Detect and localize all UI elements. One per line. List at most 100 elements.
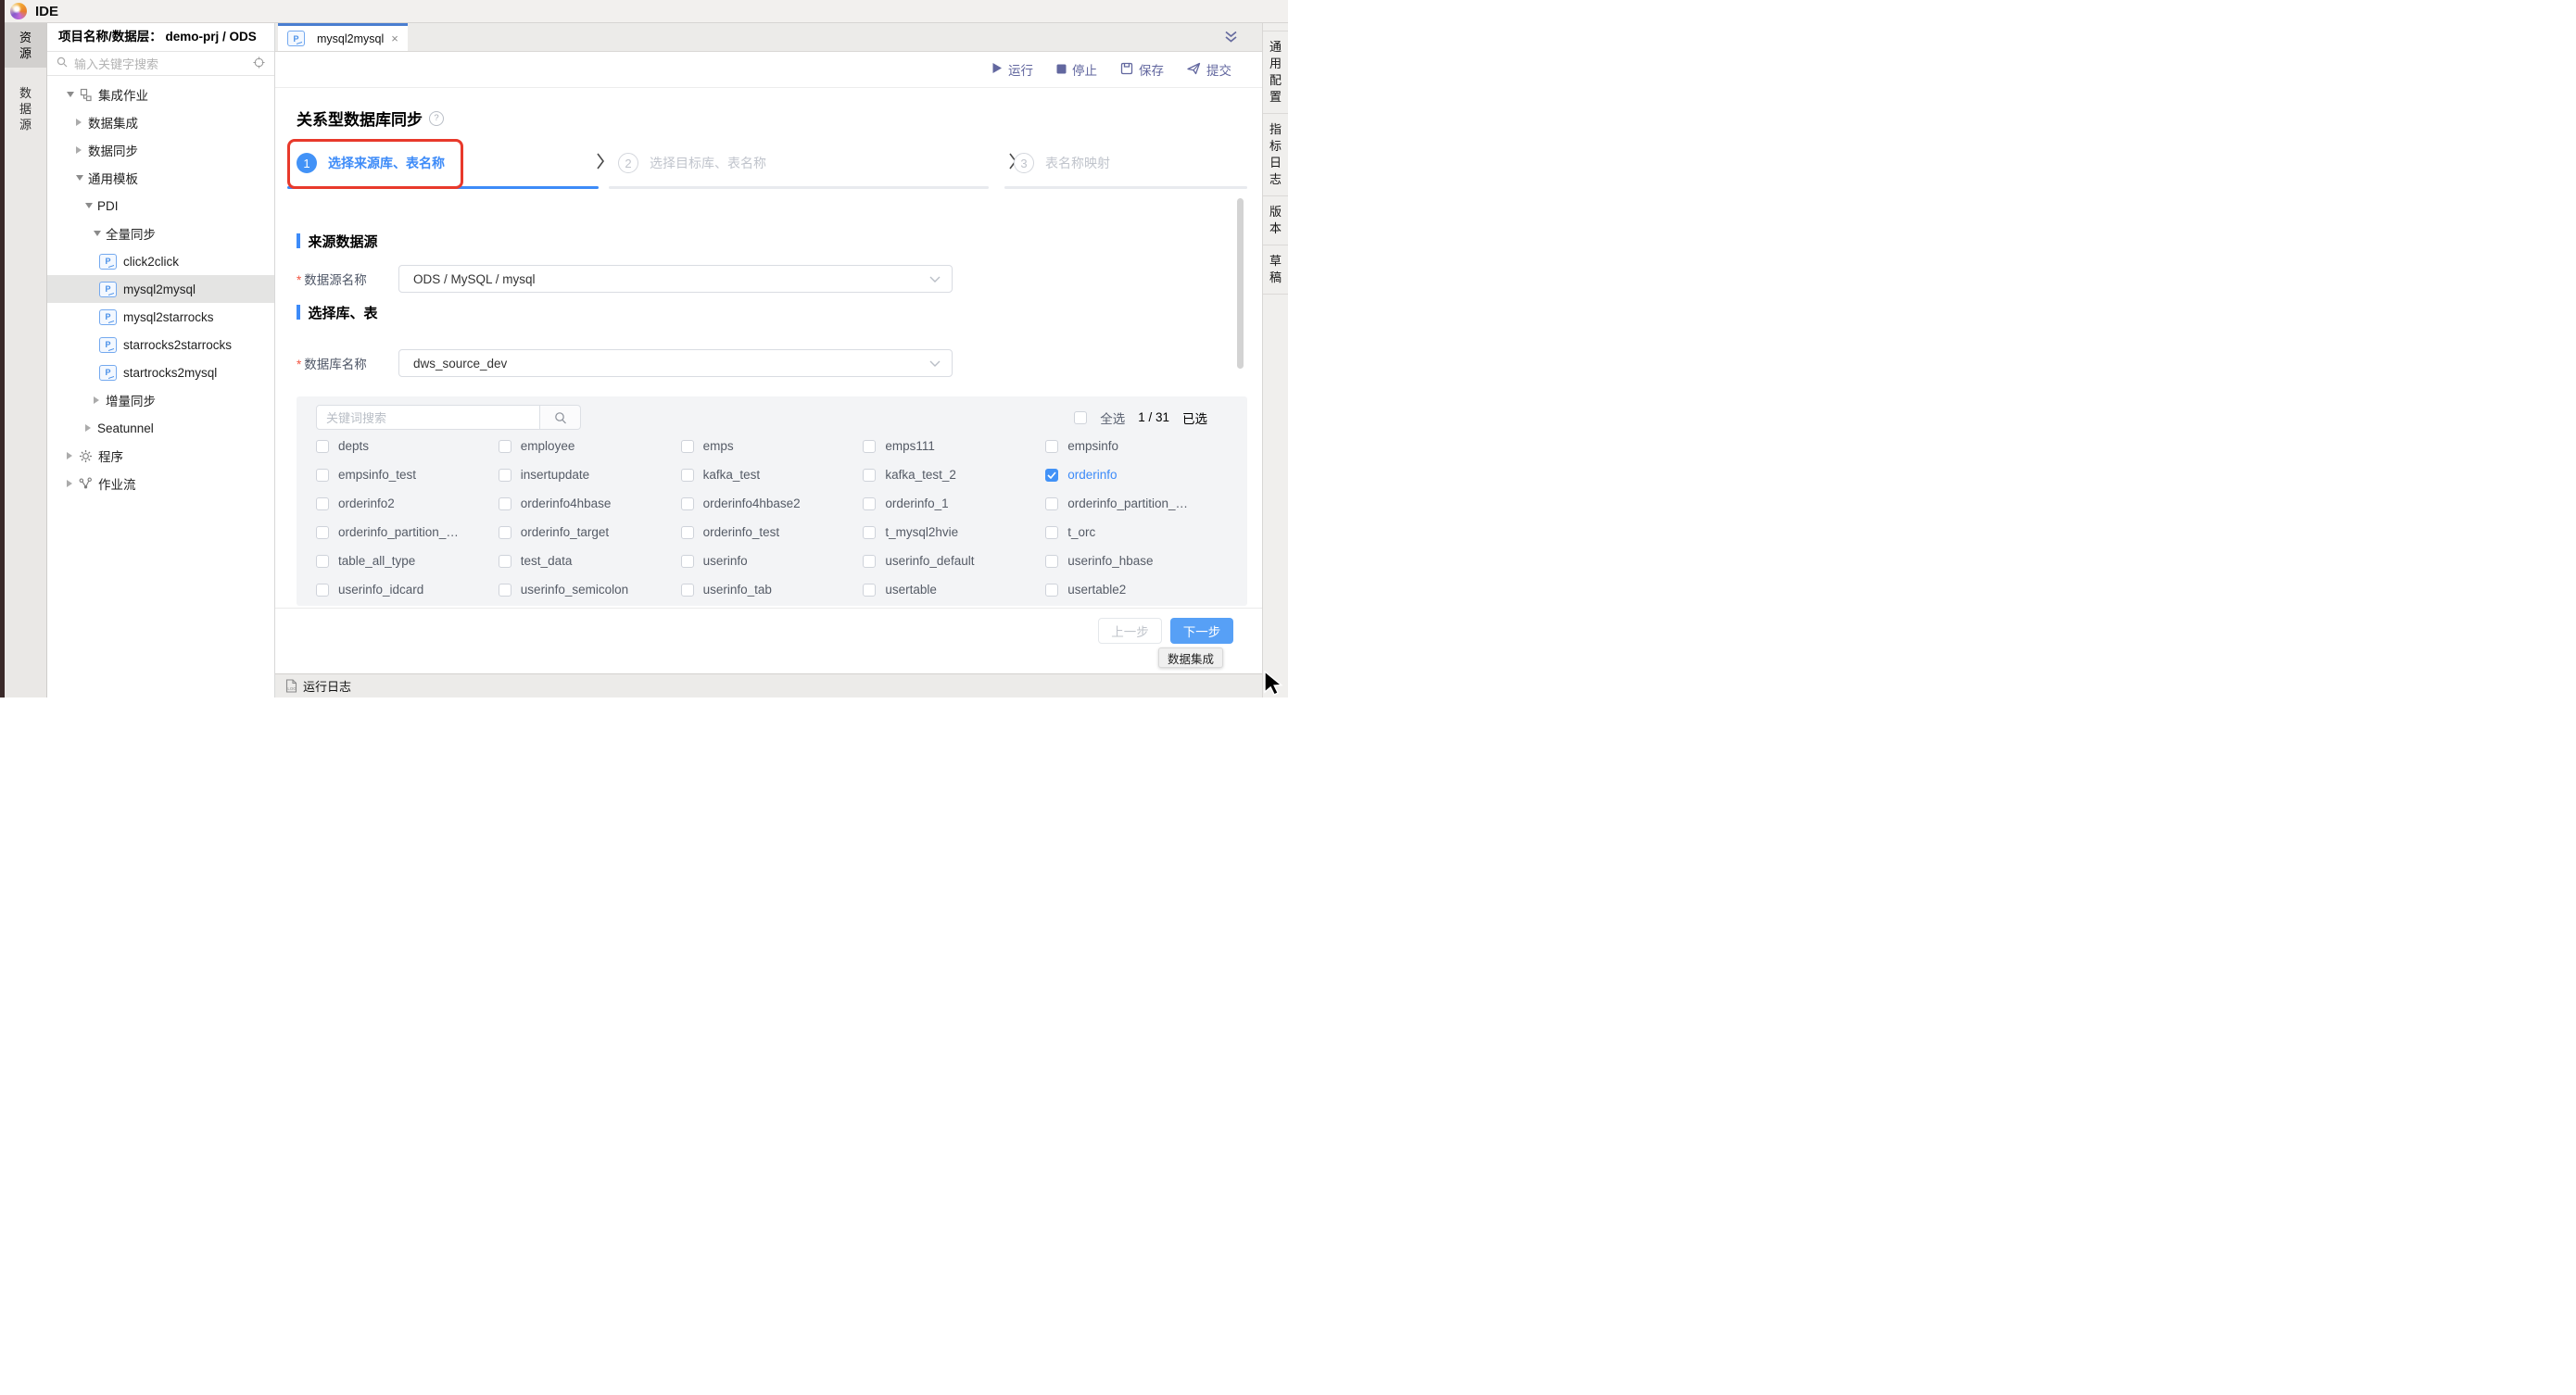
table-option-t_orc[interactable]: t_orc [1045,518,1228,547]
提交-button[interactable]: 提交 [1187,60,1231,79]
checkbox[interactable] [681,555,694,568]
tree-item-数据集成[interactable]: 数据集成 [47,108,274,136]
caret-down-icon[interactable] [67,92,79,97]
checkbox[interactable] [1045,584,1058,597]
tree-item-PDI[interactable]: PDI [47,192,274,220]
database-select[interactable]: dws_source_dev [398,349,953,377]
table-option-depts[interactable]: depts [316,432,499,460]
table-option-empsinfo[interactable]: empsinfo [1045,432,1228,460]
tree-item-集成作业[interactable]: 集成作业 [47,81,274,108]
checkbox[interactable] [499,584,511,597]
checkbox[interactable] [1045,469,1058,482]
table-search-input[interactable]: 关键词搜索 [316,405,540,430]
tab-mysql2mysql[interactable]: P mysql2mysql × [278,23,408,51]
checkbox[interactable] [499,497,511,510]
checkbox[interactable] [863,440,876,453]
datasource-select[interactable]: ODS / MySQL / mysql [398,265,953,293]
table-option-orderinfo4hbase[interactable]: orderinfo4hbase [499,489,681,518]
close-icon[interactable]: × [391,31,398,45]
wizard-step-2[interactable]: 2选择目标库、表名称 [609,141,989,189]
table-option-t_mysql2hvie[interactable]: t_mysql2hvie [863,518,1045,547]
vertical-scrollbar[interactable] [1237,198,1244,369]
table-option-orderinfo_partition_…[interactable]: orderinfo_partition_… [1045,489,1228,518]
table-option-orderinfo[interactable]: orderinfo [1045,460,1228,489]
checkbox[interactable] [316,440,329,453]
checkbox[interactable] [863,555,876,568]
caret-down-icon[interactable] [85,203,97,208]
wizard-step-3[interactable]: 3表名称映射 [1004,141,1247,189]
checkbox[interactable] [316,584,329,597]
table-option-test_data[interactable]: test_data [499,547,681,575]
tree-item-Seatunnel[interactable]: Seatunnel [47,414,274,442]
locate-icon[interactable] [253,57,265,71]
left-rail-tab-资源[interactable]: 资源 [5,23,46,68]
checkbox[interactable] [499,526,511,539]
table-option-kafka_test[interactable]: kafka_test [681,460,864,489]
table-option-emps[interactable]: emps [681,432,864,460]
collapse-double-chevron-icon[interactable] [1224,31,1238,48]
table-option-kafka_test_2[interactable]: kafka_test_2 [863,460,1045,489]
tree-item-click2click[interactable]: Pclick2click [47,247,274,275]
table-option-orderinfo2[interactable]: orderinfo2 [316,489,499,518]
left-rail-tab-数据源[interactable]: 数据源 [5,79,46,139]
table-option-usertable[interactable]: usertable [863,575,1045,604]
next-step-button[interactable]: 下一步 [1170,618,1233,644]
tree-item-程序[interactable]: 程序 [47,442,274,470]
select-all-checkbox[interactable] [1074,411,1087,424]
table-option-userinfo_default[interactable]: userinfo_default [863,547,1045,575]
保存-button[interactable]: 保存 [1120,60,1164,79]
caret-right-icon[interactable] [76,119,88,126]
caret-right-icon[interactable] [94,396,106,404]
checkbox[interactable] [681,497,694,510]
right-rail-tab-版本[interactable]: 版本 [1263,195,1288,245]
table-option-userinfo_hbase[interactable]: userinfo_hbase [1045,547,1228,575]
caret-right-icon[interactable] [67,480,79,487]
help-icon[interactable]: ? [429,111,444,126]
caret-right-icon[interactable] [67,452,79,459]
tree-item-starrocks2starrocks[interactable]: Pstarrocks2starrocks [47,331,274,358]
checkbox[interactable] [499,469,511,482]
checkbox[interactable] [316,526,329,539]
checkbox[interactable] [863,497,876,510]
table-option-usertable2[interactable]: usertable2 [1045,575,1228,604]
checkbox[interactable] [681,440,694,453]
checkbox[interactable] [863,584,876,597]
table-option-orderinfo_test[interactable]: orderinfo_test [681,518,864,547]
checkbox[interactable] [1045,440,1058,453]
checkbox[interactable] [681,584,694,597]
right-rail-tab-草稿[interactable]: 草稿 [1263,245,1288,295]
table-search-button[interactable] [540,405,581,430]
tree-item-全量同步[interactable]: 全量同步 [47,220,274,247]
checkbox[interactable] [1045,555,1058,568]
tree-item-增量同步[interactable]: 增量同步 [47,386,274,414]
checkbox[interactable] [316,497,329,510]
right-rail-tab-通用配置[interactable]: 通用配置 [1263,31,1288,113]
checkbox[interactable] [863,526,876,539]
right-rail-tab-指标日志[interactable]: 指标日志 [1263,113,1288,195]
table-option-userinfo[interactable]: userinfo [681,547,864,575]
caret-down-icon[interactable] [76,175,88,181]
checkbox[interactable] [316,469,329,482]
run-log-bar[interactable]: LOG 运行日志 [275,673,1262,698]
prev-step-button[interactable]: 上一步 [1098,618,1162,644]
checkbox[interactable] [863,469,876,482]
checkbox[interactable] [316,555,329,568]
table-option-table_all_type[interactable]: table_all_type [316,547,499,575]
tree-item-mysql2mysql[interactable]: Pmysql2mysql [47,275,274,303]
checkbox[interactable] [499,440,511,453]
table-option-empsinfo_test[interactable]: empsinfo_test [316,460,499,489]
停止-button[interactable]: 停止 [1056,60,1097,79]
checkbox[interactable] [681,526,694,539]
checkbox[interactable] [681,469,694,482]
checkbox[interactable] [1045,497,1058,510]
caret-right-icon[interactable] [76,146,88,154]
caret-right-icon[interactable] [85,424,97,432]
table-option-userinfo_semicolon[interactable]: userinfo_semicolon [499,575,681,604]
table-option-orderinfo_target[interactable]: orderinfo_target [499,518,681,547]
运行-button[interactable]: 运行 [991,60,1033,79]
table-option-orderinfo_1[interactable]: orderinfo_1 [863,489,1045,518]
tree-item-作业流[interactable]: 作业流 [47,470,274,497]
table-option-orderinfo4hbase2[interactable]: orderinfo4hbase2 [681,489,864,518]
explorer-search[interactable]: 输入关键字搜索 [47,52,274,76]
table-option-insertupdate[interactable]: insertupdate [499,460,681,489]
